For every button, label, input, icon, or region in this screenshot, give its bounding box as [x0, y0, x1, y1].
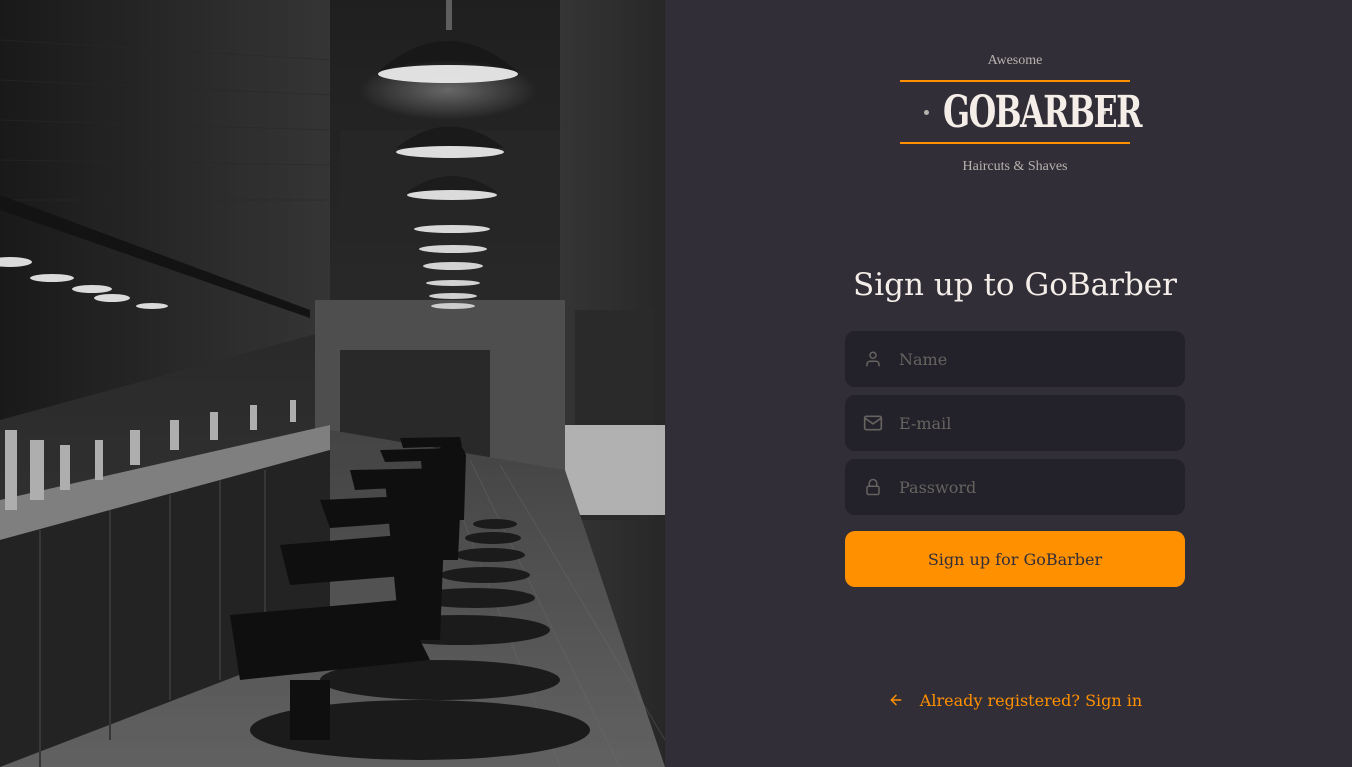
user-icon	[863, 349, 883, 369]
logo-tagline-bottom: Haircuts & Shaves	[962, 159, 1068, 174]
name-field[interactable]	[845, 331, 1185, 387]
name-input[interactable]	[899, 331, 1185, 387]
logo-dot-left	[924, 109, 929, 115]
password-input[interactable]	[899, 459, 1185, 515]
gobarber-logo: Awesome GOBARBER Haircuts & Shaves	[900, 52, 1143, 176]
barbershop-photo	[0, 0, 665, 767]
sign-in-link-label: Already registered? Sign in	[919, 690, 1143, 710]
password-field[interactable]	[845, 459, 1185, 515]
page-title: Sign up to GoBarber	[853, 267, 1177, 303]
signup-panel: Awesome GOBARBER Haircuts & Shaves Sign …	[665, 0, 1352, 767]
signup-button[interactable]: Sign up for GoBarber	[845, 531, 1185, 587]
logo-tagline-top: Awesome	[987, 53, 1043, 68]
logo-wordmark-row: GOBARBER	[900, 82, 1143, 142]
sign-in-link[interactable]: Already registered? Sign in	[845, 688, 1185, 712]
logo-rule-bottom	[900, 142, 1130, 144]
email-field[interactable]	[845, 395, 1185, 451]
mail-icon	[863, 413, 883, 433]
lock-icon	[863, 477, 883, 497]
email-input[interactable]	[899, 395, 1185, 451]
logo-wordmark: GOBARBER	[943, 86, 1143, 138]
arrow-left-icon	[888, 692, 904, 708]
